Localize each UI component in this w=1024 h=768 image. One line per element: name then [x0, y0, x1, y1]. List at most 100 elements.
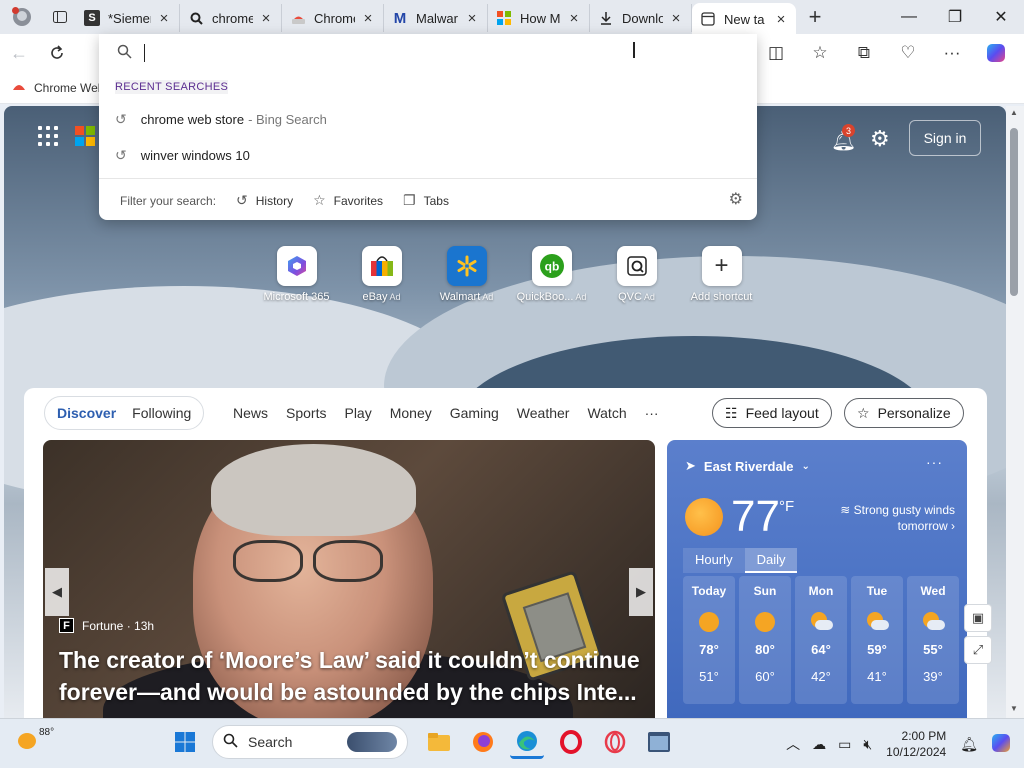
network-icon[interactable]: ☁ [812, 736, 826, 753]
category-money[interactable]: Money [381, 405, 441, 421]
weather-more-icon[interactable]: ··· [926, 454, 943, 470]
firefox-icon[interactable] [466, 725, 500, 759]
refresh-button[interactable] [38, 34, 76, 72]
tab-new-tab[interactable]: New ta × [692, 3, 796, 35]
personalize-button[interactable]: ☆ Personalize [844, 398, 964, 428]
collections-icon[interactable]: ⧉ [842, 34, 886, 72]
quick-link-quickbooks[interactable]: qb QuickBoo... Ad [509, 246, 594, 303]
chevron-up-icon[interactable]: ︿ [786, 734, 800, 754]
forecast-day[interactable]: Wed 55° 39° [907, 576, 959, 704]
display-icon[interactable]: ▭ [838, 736, 851, 753]
tab-downloads[interactable]: Downlo × [590, 4, 692, 32]
address-bar[interactable] [99, 34, 757, 72]
file-explorer-icon[interactable] [422, 725, 456, 759]
close-window-icon[interactable]: ✕ [978, 0, 1024, 34]
tab-chrome-web-store[interactable]: Chrome × [282, 4, 384, 32]
category-play[interactable]: Play [335, 405, 380, 421]
expand-button[interactable]: ⤢ [964, 636, 992, 664]
copilot-preview-icon[interactable] [990, 732, 1012, 757]
windows-start-icon[interactable] [168, 725, 202, 759]
filter-favorites[interactable]: ☆ Favorites [313, 192, 383, 209]
tab-actions-button[interactable] [44, 0, 76, 34]
page-scrollbar[interactable]: ▲ ▼ [1006, 106, 1024, 718]
quick-link-microsoft365[interactable]: Microsoft 365 [254, 246, 339, 303]
notification-bell-icon[interactable]: 🔔︎ [960, 736, 978, 753]
opera-icon[interactable] [554, 725, 588, 759]
siemens-s-icon: S [84, 10, 100, 26]
page-settings-gear-icon[interactable]: ⚙ [870, 126, 890, 152]
filter-tabs[interactable]: ❐ Tabs [403, 192, 449, 209]
taskbar-search[interactable]: Search [212, 725, 408, 759]
favorites-star-icon[interactable]: ☆ [798, 34, 842, 72]
close-tab-icon[interactable]: × [774, 11, 788, 28]
add-shortcut-button[interactable]: + Add shortcut [679, 246, 764, 303]
volume-icon[interactable]: 🔇︎ [863, 736, 872, 753]
current-temp: 77 [731, 492, 780, 541]
category-weather[interactable]: Weather [508, 405, 579, 421]
tab-following[interactable]: Following [124, 405, 199, 421]
favorites-bar-item[interactable]: Chrome Wel [34, 81, 100, 95]
recent-search-item[interactable]: ↺ chrome web store - Bing Search [115, 111, 327, 128]
settings-more-icon[interactable]: ··· [930, 34, 974, 72]
back-button[interactable]: ← [0, 34, 38, 72]
weather-card[interactable]: ➤ East Riverdale ⌄ ··· 77 °F ≋ Strong gust… [667, 440, 967, 718]
forecast-day[interactable]: Tue 59° 41° [851, 576, 903, 704]
filter-history[interactable]: ↺ History [236, 192, 293, 209]
personalize-label: Personalize [877, 405, 951, 421]
background-image-button[interactable]: ▣ [964, 604, 992, 632]
forecast-day[interactable]: Sun 80° 60° [739, 576, 791, 704]
tab-how-m[interactable]: How M × [488, 4, 590, 32]
tab-siemens[interactable]: S *Siemen × [76, 4, 180, 32]
quick-link-ebay[interactable]: eBay Ad [339, 246, 424, 303]
recent-search-item[interactable]: ↺ winver windows 10 [115, 147, 250, 164]
tab-malwarebytes[interactable]: M Malwar × [384, 4, 488, 32]
search-settings-gear-icon[interactable]: ⚙ [729, 189, 743, 209]
category-news[interactable]: News [224, 405, 277, 421]
split-screen-icon[interactable]: ◫ [754, 34, 798, 72]
quick-link-walmart[interactable]: Walmart Ad [424, 246, 509, 303]
category-watch[interactable]: Watch [578, 405, 635, 421]
app-window-icon[interactable] [642, 725, 676, 759]
category-sports[interactable]: Sports [277, 405, 335, 421]
feed-layout-button[interactable]: ☷ Feed layout [712, 398, 832, 428]
edge-icon[interactable] [510, 725, 544, 759]
clock[interactable]: 2:00 PM 10/12/2024 [886, 728, 946, 760]
carousel-next-button[interactable]: ▶ [629, 568, 653, 616]
close-tab-icon[interactable]: × [567, 10, 581, 27]
tab-discover[interactable]: Discover [49, 405, 124, 421]
restore-icon[interactable]: ❐ [932, 0, 978, 34]
opera-gx-icon[interactable] [598, 725, 632, 759]
forecast-day[interactable]: Today 78° 51° [683, 576, 735, 704]
close-tab-icon[interactable]: × [669, 10, 683, 27]
category-more[interactable]: ··· [636, 405, 668, 421]
apps-launcher[interactable] [38, 126, 58, 146]
forecast-day[interactable]: Mon 64° 42° [795, 576, 847, 704]
weather-location[interactable]: ➤ East Riverdale ⌄ [685, 458, 810, 474]
tab-daily[interactable]: Daily [744, 548, 798, 573]
close-tab-icon[interactable]: × [157, 10, 171, 27]
temp-unit[interactable]: °F [779, 498, 794, 515]
scrollbar-thumb[interactable] [1010, 128, 1018, 296]
scroll-down-icon[interactable]: ▼ [1010, 704, 1018, 713]
browser-essentials-icon[interactable]: ♡ [886, 34, 930, 72]
article-headline[interactable]: The creator of ‘Moore’s Law’ said it cou… [59, 644, 649, 708]
quick-link-qvc[interactable]: QVC Ad [594, 246, 679, 303]
profile-button[interactable] [0, 0, 44, 34]
hero-news-card[interactable]: ◀ ▶ F Fortune · 13h The creator of ‘Moore… [43, 440, 655, 718]
chevron-down-icon: ⌄ [801, 460, 810, 472]
ad-label: Ad [643, 292, 655, 302]
sign-in-button[interactable]: Sign in [909, 120, 981, 156]
new-tab-button[interactable]: + [796, 4, 834, 30]
scroll-up-icon[interactable]: ▲ [1010, 108, 1018, 117]
weather-alert[interactable]: ≋ Strong gusty winds tomorrow › [815, 502, 955, 534]
close-tab-icon[interactable]: × [465, 10, 479, 27]
tab-search[interactable]: chrome × [180, 4, 282, 32]
close-tab-icon[interactable]: × [259, 10, 273, 27]
minimize-icon[interactable]: — [886, 0, 932, 34]
taskbar-weather[interactable]: 88° [18, 727, 54, 749]
carousel-prev-button[interactable]: ◀ [45, 568, 69, 616]
copilot-icon[interactable] [974, 34, 1018, 72]
category-gaming[interactable]: Gaming [441, 405, 508, 421]
tab-hourly[interactable]: Hourly [683, 548, 745, 573]
close-tab-icon[interactable]: × [361, 10, 375, 27]
